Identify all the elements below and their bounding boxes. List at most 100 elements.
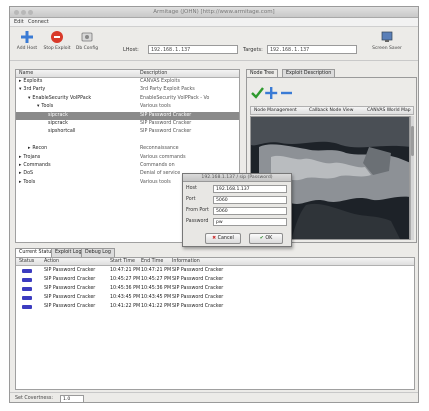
row-information: SIP Password Cracker (172, 286, 224, 291)
close-window-button[interactable] (14, 10, 19, 15)
col-end-time[interactable]: End Time (141, 259, 163, 264)
tree-expander-icon[interactable]: ▸ (19, 79, 21, 84)
status-row[interactable]: SIP Password Cracker 10:41:22 PM 10:41:22 … (16, 302, 414, 311)
port-field[interactable]: 5060 (213, 196, 287, 204)
row-end-time: 10:45:36 PM (141, 286, 172, 291)
tree-row-label: DoS (23, 171, 34, 177)
tree-expander-icon[interactable]: ▾ (37, 104, 39, 109)
map-scrollbar-thumb[interactable] (411, 126, 414, 156)
plus-node-icon[interactable] (265, 87, 278, 99)
tree-row-description: EnableSecurity VoIPPack - Vo (140, 95, 210, 101)
tab-callback-node-view[interactable]: Callback Node View (309, 108, 353, 113)
password-label: Password (186, 219, 209, 224)
tree-row-name: sipcrack (46, 112, 68, 120)
ok-icon: ✔ (259, 236, 264, 241)
row-information: SIP Password Cracker (172, 268, 224, 273)
tree-row[interactable]: ▾ EnableSecurity VoIPPack EnableSecurity V… (16, 95, 239, 103)
targets-input[interactable]: 192.168.1.137 (267, 45, 357, 54)
tree-row[interactable]: sipshortcall SIP Password Cracker (16, 128, 239, 136)
row-start-time: 10:45:27 PM (110, 277, 141, 282)
host-field[interactable]: 192.168.1.137 (213, 185, 287, 193)
cancel-icon: ✖ (212, 236, 217, 241)
node-tools (251, 87, 292, 99)
tab-debug-log[interactable]: Debug Log (81, 248, 115, 257)
tree-row[interactable]: ▸ Exploits CANVAS Exploits (16, 78, 239, 86)
row-end-time: 10:45:27 PM (141, 277, 172, 282)
add-host-button[interactable]: Add Host (12, 30, 42, 58)
stop-icon (51, 31, 63, 43)
tree-row-name: ▸ Commands (19, 162, 51, 170)
dialog-title: 192.168.1.137 / sip (Password) (183, 174, 291, 182)
plus-icon (21, 31, 33, 43)
tree-row-description: Denial of service (140, 171, 181, 177)
zoom-window-button[interactable] (28, 10, 33, 15)
status-row[interactable]: SIP Password Cracker 10:45:36 PM 10:45:36 … (16, 284, 414, 293)
tree-row-label: EnableSecurity VoIPPack (32, 95, 92, 101)
covertness-field[interactable]: 1.0 (60, 395, 84, 402)
tree-expander-icon[interactable]: ▾ (28, 96, 30, 101)
screen-icon (381, 31, 393, 42)
toolbar: Add Host Stop Exploit Db Config LHost: 1… (10, 27, 418, 61)
tree-header-name[interactable]: Name (19, 71, 33, 76)
status-row[interactable]: SIP Password Cracker 10:45:27 PM 10:45:27 … (16, 275, 414, 284)
map-scrollbar[interactable] (410, 116, 414, 240)
minimize-window-button[interactable] (21, 10, 26, 15)
targets-label: Targets: (243, 47, 263, 53)
tree-row[interactable]: ▸ Commands Commands on (16, 162, 239, 170)
status-row[interactable]: SIP Password Cracker 10:43:45 PM 10:43:45 … (16, 293, 414, 302)
tree-expander-icon[interactable]: ▸ (28, 146, 30, 151)
check-icon[interactable] (251, 87, 264, 99)
tree-header: Name Description (16, 70, 239, 78)
tree-row-label: sipshortcall (48, 129, 76, 135)
cancel-button[interactable]: ✖ Cancel (205, 233, 241, 244)
status-table-header: Status Action Start Time End Time Inform… (16, 258, 414, 266)
status-row[interactable]: SIP Password Cracker 10:47:21 PM 10:47:21 … (16, 266, 414, 275)
tab-world-map[interactable]: CANVAS World Map (367, 108, 411, 113)
password-field[interactable]: pw (213, 218, 287, 226)
ok-button[interactable]: ✔ OK (249, 233, 283, 244)
db-config-button[interactable]: Db Config (72, 30, 102, 58)
tree-row-label: sipcrack (48, 120, 68, 126)
menu-connect[interactable]: Connect (28, 19, 49, 25)
tree-expander-icon[interactable]: ▸ (19, 155, 21, 160)
tree-expander-icon[interactable]: ▸ (19, 171, 21, 176)
tree-row[interactable]: sipcrack SIP Password Cracker (16, 111, 239, 120)
config-icon (81, 32, 93, 42)
tree-expander-icon[interactable]: ▸ (19, 163, 21, 168)
port-label: Port (186, 197, 196, 202)
row-end-time: 10:41:22 PM (141, 304, 172, 309)
menu-edit[interactable]: Edit (14, 19, 24, 25)
col-status[interactable]: Status (19, 259, 34, 264)
tree-row[interactable]: ▸ Trojans Various commands (16, 154, 239, 162)
covertness-label: Set Covertness: (15, 396, 53, 401)
col-start-time[interactable]: Start Time (110, 259, 135, 264)
row-action: SIP Password Cracker (44, 277, 96, 282)
tree-expander-icon[interactable]: ▸ (19, 180, 21, 185)
row-action: SIP Password Cracker (44, 268, 96, 273)
tree-row-label: Tools (41, 104, 54, 110)
tree-row-label: sipcrack (48, 112, 68, 118)
lhost-input[interactable]: 192.168.1.137 (148, 45, 238, 54)
row-information: SIP Password Cracker (172, 295, 224, 300)
tree-row[interactable]: ▾ 3rd Party 3rd Party Exploit Packs (16, 86, 239, 94)
tree-expander-icon[interactable]: ▾ (19, 87, 21, 92)
stop-exploit-button[interactable]: Stop Exploit (42, 30, 72, 58)
screen-saver-button[interactable]: Screen Saver (372, 30, 402, 58)
col-action[interactable]: Action (44, 259, 59, 264)
tree-row[interactable] (16, 137, 239, 145)
minus-node-icon[interactable] (281, 91, 292, 95)
tab-node-management[interactable]: Node Management (254, 108, 297, 113)
tree-row[interactable]: sipcrack SIP Password Cracker (16, 120, 239, 128)
tree-header-description[interactable]: Description (140, 71, 167, 76)
from-port-field[interactable]: 5060 (213, 207, 287, 215)
tree-row-name: ▾ 3rd Party (19, 86, 45, 94)
title-bar: Armitage (JOHN) [http://www.armitage.com… (10, 7, 418, 18)
tree-row-name: sipshortcall (46, 128, 75, 136)
window-title: Armitage (JOHN) [http://www.armitage.com… (153, 9, 275, 15)
tree-row[interactable]: ▸ Recon Reconnaissance (16, 145, 239, 153)
tree-row-description: Various tools (140, 104, 171, 110)
application-window: Armitage (JOHN) [http://www.armitage.com… (9, 6, 419, 403)
col-information[interactable]: Information (172, 259, 200, 264)
tree-row[interactable]: ▾ Tools Various tools (16, 103, 239, 111)
tree-row-label: Recon (32, 146, 48, 152)
